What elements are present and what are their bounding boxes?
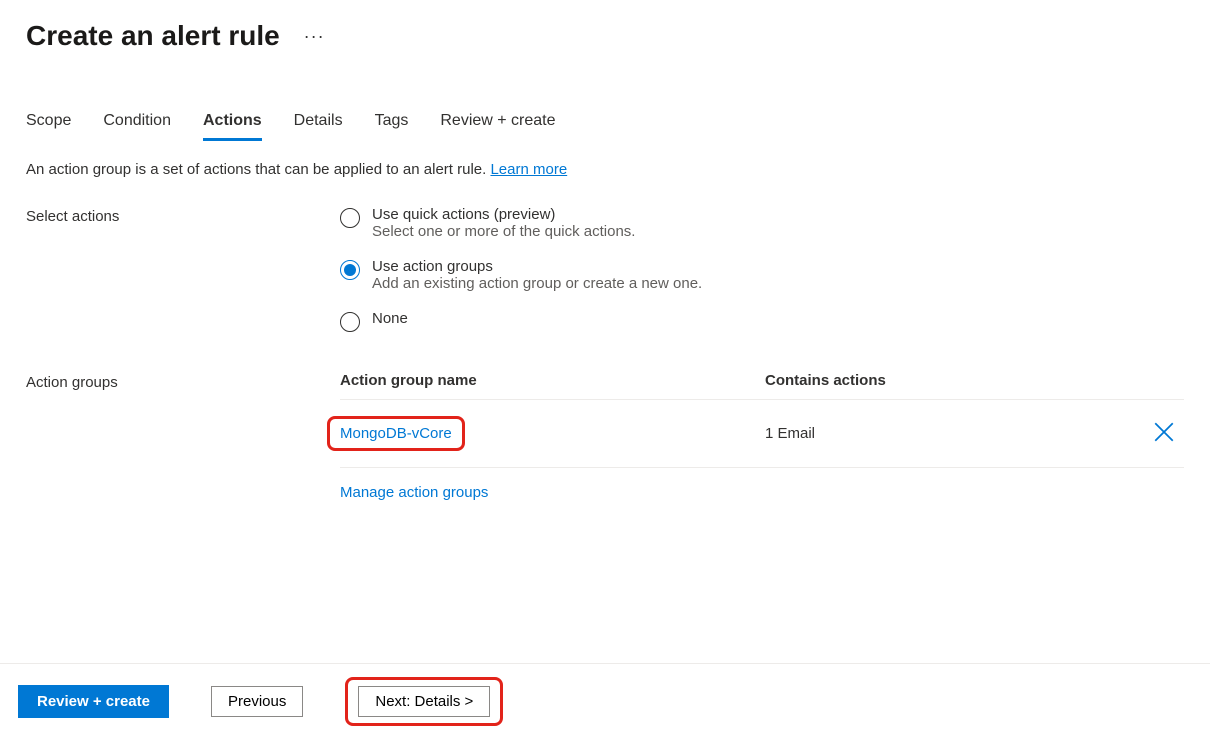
review-create-button[interactable]: Review + create <box>18 685 169 718</box>
actions-description: An action group is a set of actions that… <box>26 161 1184 178</box>
column-header-contains: Contains actions <box>765 372 1134 389</box>
option-quick-desc: Select one or more of the quick actions. <box>372 223 635 240</box>
previous-button[interactable]: Previous <box>211 686 303 717</box>
more-icon[interactable]: ··· <box>304 26 325 47</box>
radio-action-groups[interactable] <box>340 260 360 280</box>
next-details-button[interactable]: Next: Details > <box>358 686 490 717</box>
tab-bar: Scope Condition Actions Details Tags Rev… <box>26 112 1184 141</box>
contains-actions-value: 1 Email <box>765 425 1134 442</box>
learn-more-link[interactable]: Learn more <box>490 161 567 178</box>
option-groups-desc: Add an existing action group or create a… <box>372 275 702 292</box>
tab-tags[interactable]: Tags <box>375 112 409 141</box>
option-groups-label: Use action groups <box>372 258 702 275</box>
manage-action-groups-link[interactable]: Manage action groups <box>340 484 488 501</box>
remove-row-icon[interactable] <box>1154 429 1174 446</box>
tab-actions[interactable]: Actions <box>203 112 262 141</box>
column-header-name: Action group name <box>340 372 765 389</box>
tab-review-create[interactable]: Review + create <box>440 112 555 141</box>
tab-condition[interactable]: Condition <box>103 112 171 141</box>
page-title: Create an alert rule <box>26 20 280 52</box>
wizard-footer: Review + create Previous Next: Details > <box>0 663 1210 739</box>
close-icon <box>1154 422 1174 442</box>
action-groups-label: Action groups <box>26 372 340 517</box>
action-group-link[interactable]: MongoDB-vCore <box>340 425 452 442</box>
tab-scope[interactable]: Scope <box>26 112 71 141</box>
option-quick-label: Use quick actions (preview) <box>372 206 635 223</box>
table-row: MongoDB-vCore 1 Email <box>340 400 1184 468</box>
option-none-label: None <box>372 310 408 327</box>
radio-quick-actions[interactable] <box>340 208 360 228</box>
radio-none[interactable] <box>340 312 360 332</box>
select-actions-label: Select actions <box>26 206 340 332</box>
tab-details[interactable]: Details <box>294 112 343 141</box>
description-text: An action group is a set of actions that… <box>26 161 490 178</box>
